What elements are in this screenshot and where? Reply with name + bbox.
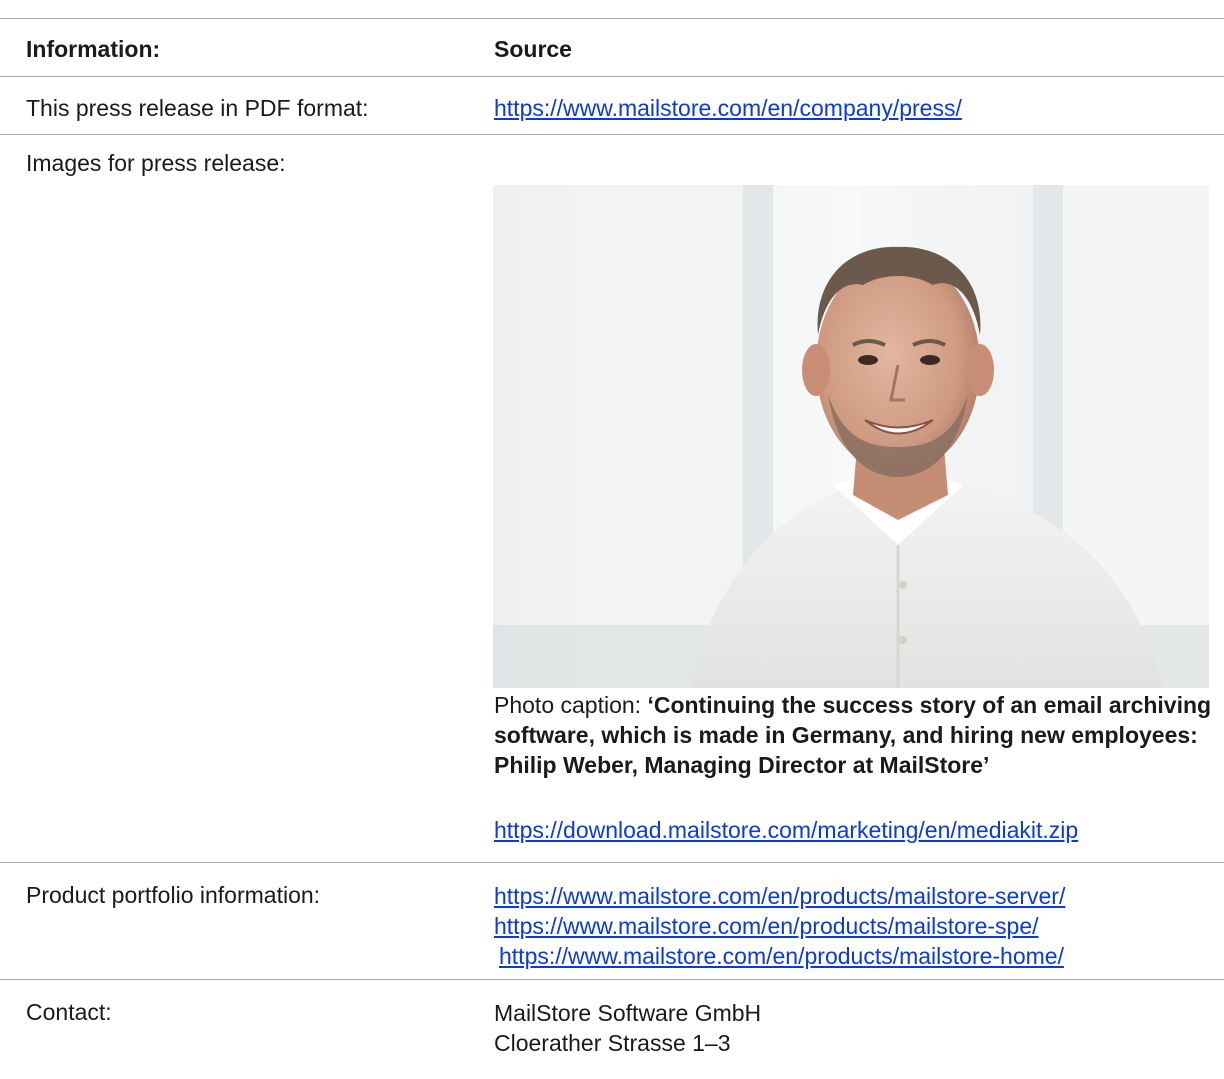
portfolio-links: https://www.mailstore.com/en/products/ma… xyxy=(494,881,1065,971)
header-information: Information: xyxy=(26,36,161,62)
contact-label: Contact: xyxy=(26,999,112,1025)
header-source: Source xyxy=(494,36,572,62)
photo-caption: Photo caption: ‘Continuing the success s… xyxy=(494,690,1214,780)
table-row-portfolio: Product portfolio information: https://w… xyxy=(0,862,1224,979)
press-info-table: Information: Source This press release i… xyxy=(0,18,1224,1079)
contact-address: MailStore Software GmbH Cloerather Stras… xyxy=(494,998,761,1058)
mailstore-server-link[interactable]: https://www.mailstore.com/en/products/ma… xyxy=(494,881,1065,911)
contact-company: MailStore Software GmbH xyxy=(494,1000,762,1026)
table-row-images: Images for press release: Photo caption:… xyxy=(0,134,1224,862)
pdf-press-link[interactable]: https://www.mailstore.com/en/company/pre… xyxy=(494,94,962,122)
table-row-contact: Contact: MailStore Software GmbH Cloerat… xyxy=(0,979,1224,1079)
portfolio-label: Product portfolio information: xyxy=(26,882,321,908)
contact-street: Cloerather Strasse 1–3 xyxy=(494,1030,731,1056)
pdf-label: This press release in PDF format: xyxy=(26,95,369,121)
press-photo xyxy=(493,185,1209,688)
images-label: Images for press release: xyxy=(26,150,286,176)
mailstore-home-link[interactable]: https://www.mailstore.com/en/products/ma… xyxy=(494,941,1065,971)
table-row-pdf: This press release in PDF format: https:… xyxy=(0,76,1224,134)
table-header-row: Information: Source xyxy=(0,18,1224,76)
mediakit-link[interactable]: https://download.mailstore.com/marketing… xyxy=(494,816,1078,844)
caption-prefix: Photo caption: xyxy=(494,692,648,718)
mailstore-spe-link[interactable]: https://www.mailstore.com/en/products/ma… xyxy=(494,911,1065,941)
